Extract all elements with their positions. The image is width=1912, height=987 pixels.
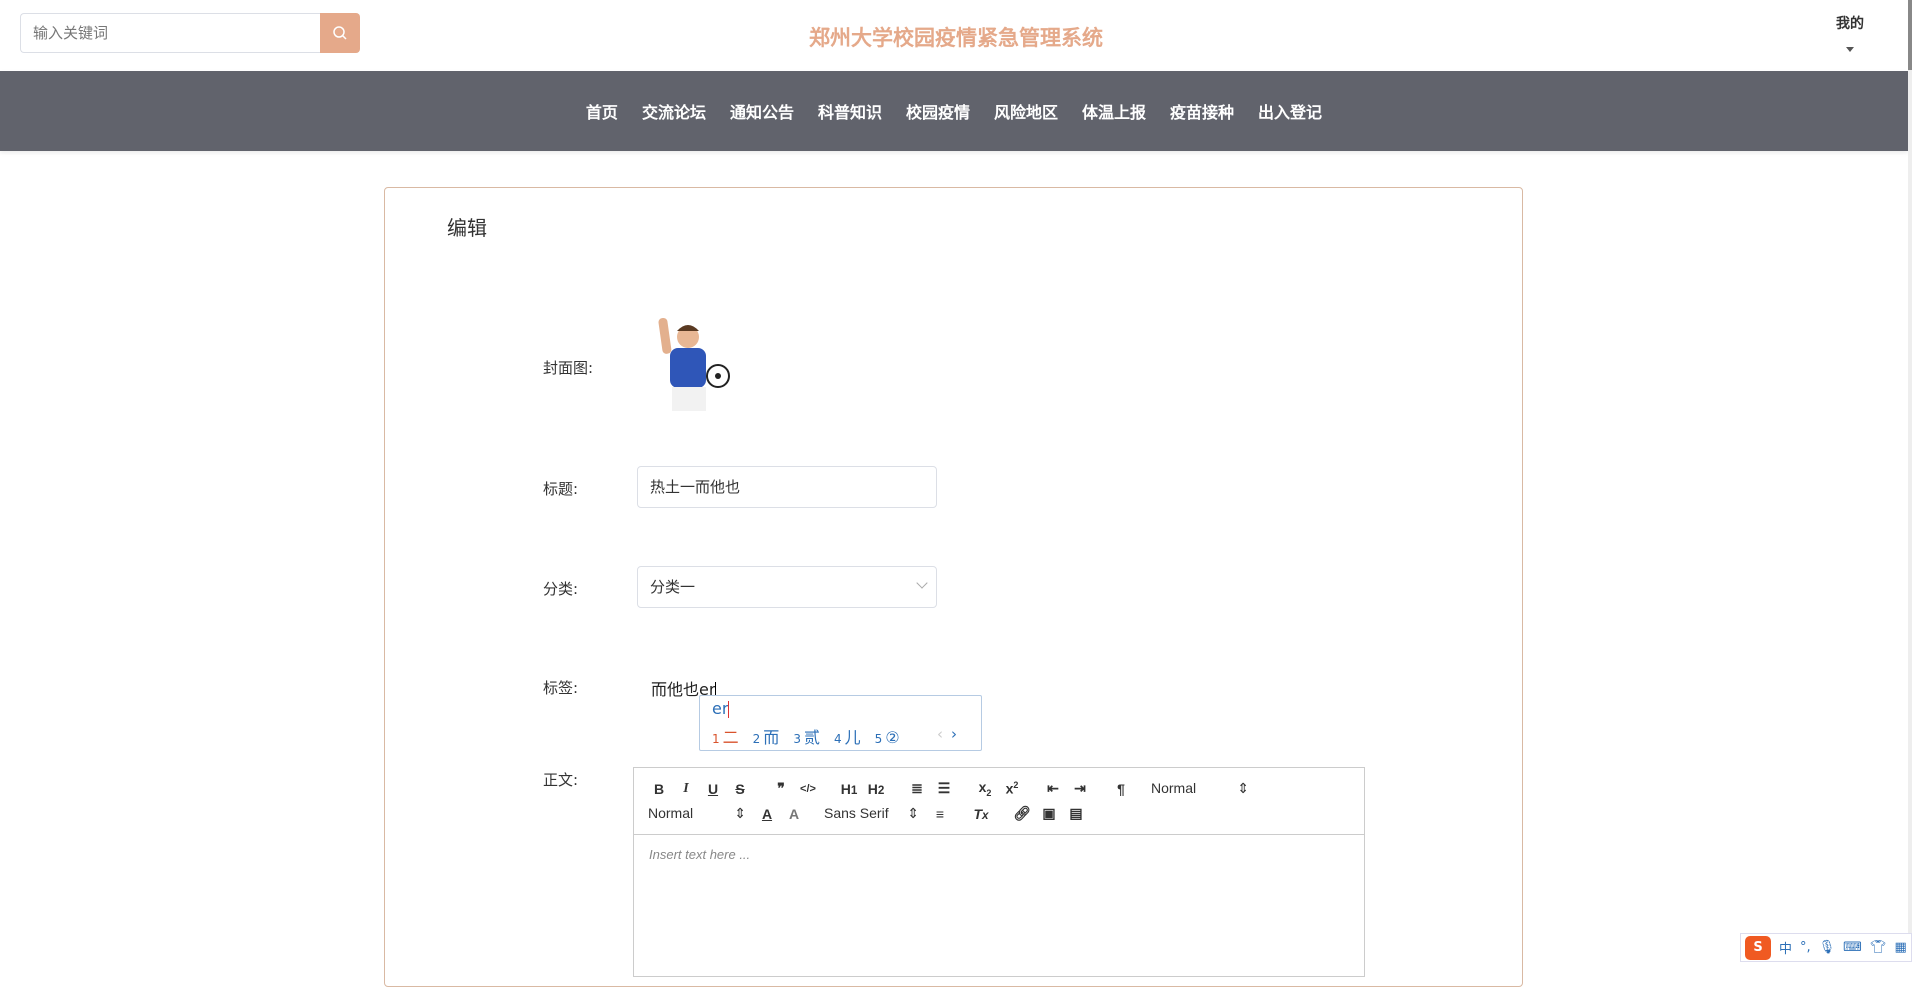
title-input[interactable]: 热土一而他也 (637, 466, 937, 508)
indent-icon[interactable]: ⇥ (1069, 780, 1091, 797)
ime-candidate[interactable]: 1二 (712, 724, 739, 748)
code-block-button[interactable]: </> (797, 783, 819, 795)
background-color-icon[interactable]: A (783, 806, 805, 822)
category-value: 分类一 (650, 578, 696, 596)
bullet-list-icon[interactable]: ☰ (933, 780, 955, 797)
nav-vaccine[interactable]: 疫苗接种 (1170, 99, 1234, 123)
toolbox-icon[interactable]: ▦ (1894, 940, 1906, 955)
video-icon[interactable]: ▤ (1065, 805, 1087, 822)
editor-toolbar: B I U S ❞ </> H1 H2 ≣ ☰ x2 x2 ⇤ ⇥ ¶ Norm… (634, 768, 1364, 835)
ime-next-page[interactable]: › (951, 725, 957, 743)
nav-temperature[interactable]: 体温上报 (1082, 99, 1146, 123)
user-menu[interactable]: 我的 (1822, 13, 1878, 52)
align-icon[interactable]: ≡ (929, 806, 951, 822)
ime-mode[interactable]: 中 (1779, 938, 1792, 957)
size-select[interactable]: Normal ⇕ (648, 805, 746, 822)
superscript-button[interactable]: x2 (1001, 780, 1023, 797)
scrollbar[interactable] (1908, 0, 1912, 962)
top-header: 郑州大学校园疫情紧急管理系统 我的 (0, 0, 1912, 71)
editor-content[interactable]: Insert text here ... (634, 835, 1364, 874)
user-menu-label: 我的 (1836, 16, 1864, 32)
bold-button[interactable]: B (648, 781, 670, 797)
category-label: 分类: (543, 580, 579, 598)
ime-candidate[interactable]: 2而 (753, 724, 780, 748)
h1-button[interactable]: H1 (838, 781, 860, 797)
text-direction-icon[interactable]: ¶ (1110, 781, 1132, 797)
card-title: 编辑 (447, 216, 487, 240)
nav-forum[interactable]: 交流论坛 (642, 99, 706, 123)
tag-label: 标签: (543, 679, 579, 697)
caret-down-icon (1846, 47, 1854, 52)
ime-prev-page[interactable]: ‹ (937, 725, 943, 743)
microphone-icon[interactable]: 🎙︎ (1819, 940, 1836, 955)
strike-button[interactable]: S (729, 781, 751, 797)
ordered-list-icon[interactable]: ≣ (906, 780, 928, 797)
image-icon[interactable]: ▣ (1038, 805, 1060, 822)
ime-candidate[interactable]: 5② (875, 728, 900, 747)
cover-label: 封面图: (543, 359, 594, 377)
clear-format-icon[interactable]: Tx (970, 806, 992, 822)
ime-composition: er (712, 699, 730, 718)
site-title: 郑州大学校园疫情紧急管理系统 (809, 26, 1103, 50)
cover-image[interactable] (640, 313, 744, 413)
blockquote-button[interactable]: ❞ (770, 780, 792, 797)
scrollbar-thumb[interactable] (1908, 0, 1912, 70)
category-select[interactable]: 分类一 (637, 566, 937, 608)
italic-button[interactable]: I (675, 781, 697, 797)
header-select[interactable]: Normal ⇕ (1151, 780, 1249, 797)
title-label: 标题: (543, 480, 579, 498)
nav-campus-epidemic[interactable]: 校园疫情 (906, 99, 970, 123)
content-label: 正文: (543, 771, 579, 789)
font-select[interactable]: Sans Serif ⇕ (824, 805, 919, 822)
outdent-icon[interactable]: ⇤ (1042, 780, 1064, 797)
ime-punct[interactable]: °, (1800, 940, 1811, 955)
ime-status-bar: S 中 °, 🎙︎ ⌨ 👕︎ ▦ (1740, 933, 1912, 962)
ime-candidate[interactable]: 3贰 (793, 724, 820, 748)
link-icon[interactable]: 🔗︎ (1011, 805, 1033, 822)
main-nav: 首页 交流论坛 通知公告 科普知识 校园疫情 风险地区 体温上报 疫苗接种 出入… (0, 71, 1908, 151)
chevron-down-icon (916, 577, 928, 589)
text-color-icon[interactable]: A (756, 806, 778, 822)
h2-button[interactable]: H2 (865, 781, 887, 797)
underline-button[interactable]: U (702, 781, 724, 797)
sogou-logo-icon[interactable]: S (1745, 935, 1771, 960)
skin-icon[interactable]: 👕︎ (1870, 940, 1887, 955)
keyboard-icon[interactable]: ⌨ (1843, 940, 1862, 955)
nav-access-log[interactable]: 出入登记 (1258, 99, 1322, 123)
nav-risk-area[interactable]: 风险地区 (994, 99, 1058, 123)
subscript-button[interactable]: x2 (974, 779, 996, 798)
rich-text-editor: B I U S ❞ </> H1 H2 ≣ ☰ x2 x2 ⇤ ⇥ ¶ Norm… (633, 767, 1365, 977)
ime-candidate-window: er 1二 2而 3贰 4儿 5② ‹ › (699, 695, 982, 751)
nav-home[interactable]: 首页 (586, 99, 618, 123)
nav-knowledge[interactable]: 科普知识 (818, 99, 882, 123)
nav-notice[interactable]: 通知公告 (730, 99, 794, 123)
ime-candidate[interactable]: 4儿 (834, 724, 861, 748)
